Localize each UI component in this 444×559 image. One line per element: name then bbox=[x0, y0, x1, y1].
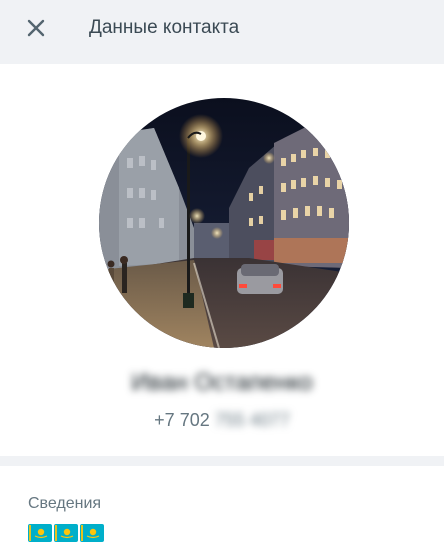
avatar[interactable] bbox=[99, 98, 349, 348]
kazakhstan-flag-icon bbox=[28, 524, 52, 542]
page-title: Данные контакта bbox=[89, 17, 240, 38]
contact-phone: +7 702 755 4077 bbox=[0, 407, 444, 433]
phone-prefix: +7 702 bbox=[154, 410, 210, 430]
kazakhstan-flag-icon bbox=[80, 524, 104, 542]
section-divider bbox=[0, 456, 444, 466]
about-value bbox=[28, 524, 104, 542]
kazakhstan-flag-icon bbox=[54, 524, 78, 542]
contact-name: Иван Остапенко bbox=[131, 369, 313, 396]
profile-card: Иван Остапенко +7 702 755 4077 bbox=[0, 64, 444, 456]
close-icon bbox=[27, 19, 45, 37]
about-label: Сведения bbox=[28, 495, 102, 512]
close-button[interactable] bbox=[24, 16, 48, 40]
about-section: Сведения bbox=[0, 466, 444, 559]
phone-number-blurred: 755 4077 bbox=[214, 410, 290, 430]
contact-info-header: Данные контакта bbox=[0, 0, 444, 64]
avatar-photo bbox=[99, 98, 349, 348]
